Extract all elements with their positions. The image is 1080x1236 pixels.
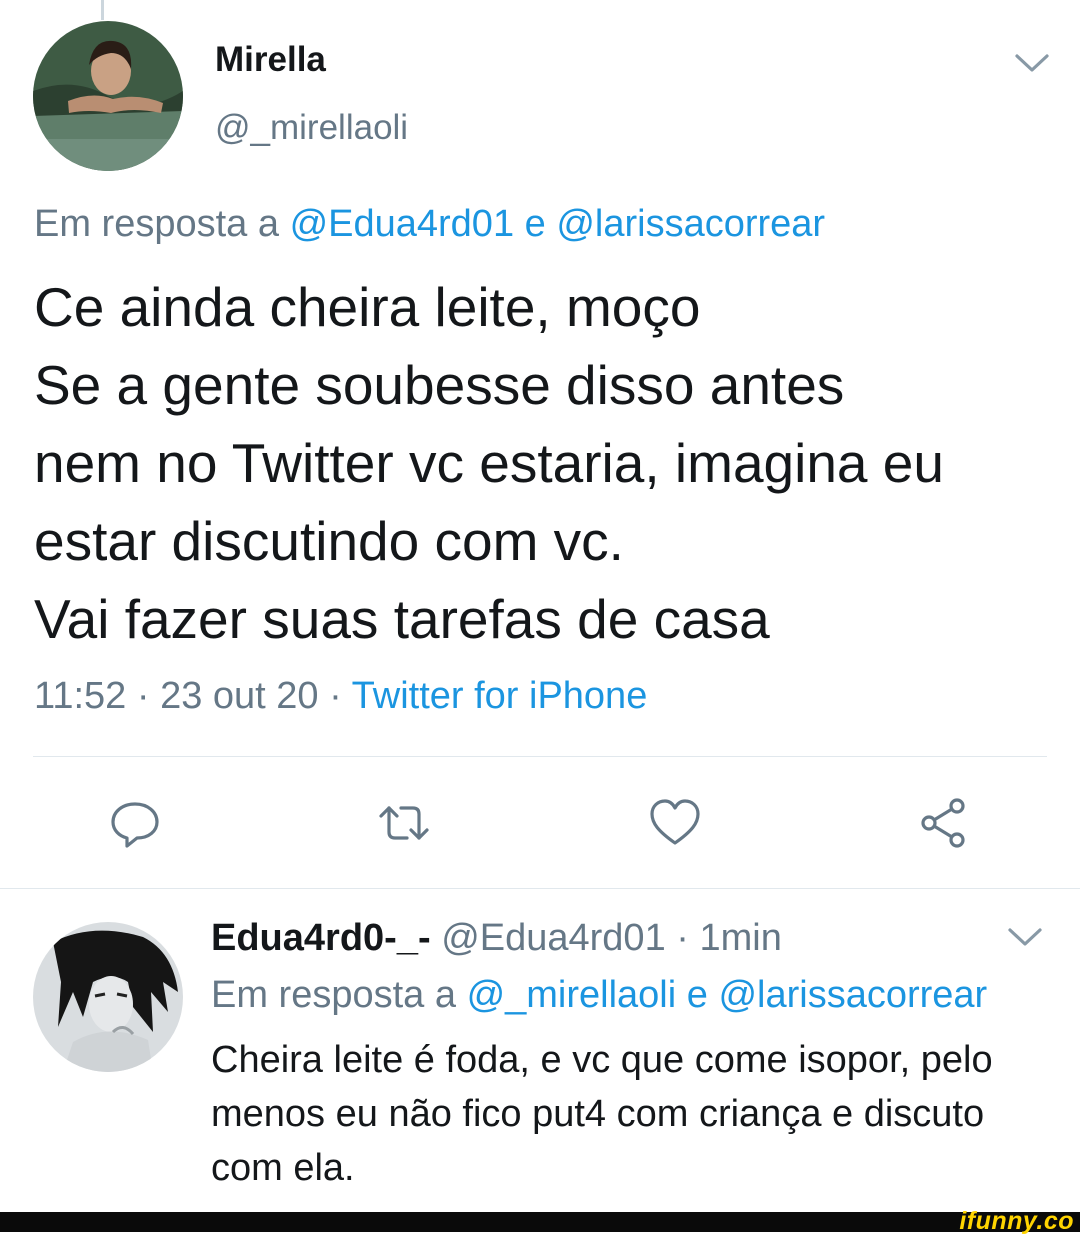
tweet-text-line: Se a gente soubesse disso antes — [34, 354, 845, 416]
reply-header: Edua4rd0-_- @Edua4rd01 · 1min — [211, 917, 782, 960]
mention-link[interactable]: @larissacorrear — [556, 203, 825, 245]
tweet-date: 23 out 20 — [160, 675, 319, 717]
reply-author-handle[interactable]: @Edua4rd01 — [441, 917, 666, 959]
reply-joiner: e — [524, 203, 546, 245]
tweet-text-line: Vai fazer suas tarefas de casa — [34, 588, 770, 650]
tweet-text: Ce ainda cheira leite, moço Se a gente s… — [34, 268, 944, 658]
reply-timestamp: 1min — [699, 917, 782, 959]
reply-icon — [111, 802, 159, 848]
reply-context: Em resposta a @_mirellaoli e @larissacor… — [211, 974, 987, 1017]
tweet-text-line: nem no Twitter vc estaria, imagina eu — [34, 432, 944, 494]
mention-link[interactable]: @Edua4rd01 — [290, 203, 515, 245]
reply-prefix: Em resposta a — [34, 203, 279, 245]
thread-line — [101, 0, 104, 20]
reply-joiner: e — [686, 974, 708, 1016]
reply-text-line: menos eu não fico put4 com criança e dis… — [211, 1093, 985, 1135]
tweet-time: 11:52 — [34, 675, 127, 717]
mention-link[interactable]: @larissacorrear — [718, 974, 987, 1016]
share-button[interactable] — [916, 796, 970, 850]
tweet-text-line: Ce ainda cheira leite, moço — [34, 276, 701, 338]
divider — [0, 888, 1080, 889]
reply-author-name[interactable]: Edua4rd0-_- — [211, 917, 431, 959]
chevron-down-icon[interactable] — [1014, 52, 1050, 74]
like-icon — [650, 799, 700, 845]
mention-link[interactable]: @_mirellaoli — [467, 974, 677, 1016]
chevron-down-icon[interactable] — [1007, 926, 1043, 948]
reply-button[interactable] — [108, 796, 162, 850]
reply-text: Cheira leite é foda, e vc que come isopo… — [211, 1033, 1061, 1195]
avatar-photo — [33, 922, 183, 1072]
reply-text-line: com ela. — [211, 1147, 355, 1189]
author-handle[interactable]: @_mirellaoli — [215, 108, 408, 148]
divider — [33, 756, 1047, 757]
tweet-text-line: estar discutindo com vc. — [34, 510, 624, 572]
reply-context: Em resposta a @Edua4rd01 e @larissacorre… — [34, 203, 825, 246]
reply-text-line: Cheira leite é foda, e vc que come isopo… — [211, 1039, 993, 1081]
share-icon — [921, 798, 965, 848]
watermark-bar — [0, 1212, 1080, 1232]
like-button[interactable] — [648, 796, 702, 850]
avatar-photo — [33, 21, 183, 171]
retweet-icon — [379, 806, 429, 840]
meta-separator: · — [329, 675, 342, 717]
retweet-button[interactable] — [377, 796, 431, 850]
avatar[interactable] — [33, 21, 183, 171]
meta-separator: · — [136, 675, 150, 717]
tweet-meta: 11:52 · 23 out 20 · Twitter for iPhone — [34, 675, 647, 718]
reply-prefix: Em resposta a — [211, 974, 456, 1016]
author-name[interactable]: Mirella — [215, 40, 326, 80]
meta-separator: · — [676, 917, 689, 959]
tweet-source-link[interactable]: Twitter for iPhone — [352, 675, 648, 717]
reply-avatar[interactable] — [33, 922, 183, 1072]
